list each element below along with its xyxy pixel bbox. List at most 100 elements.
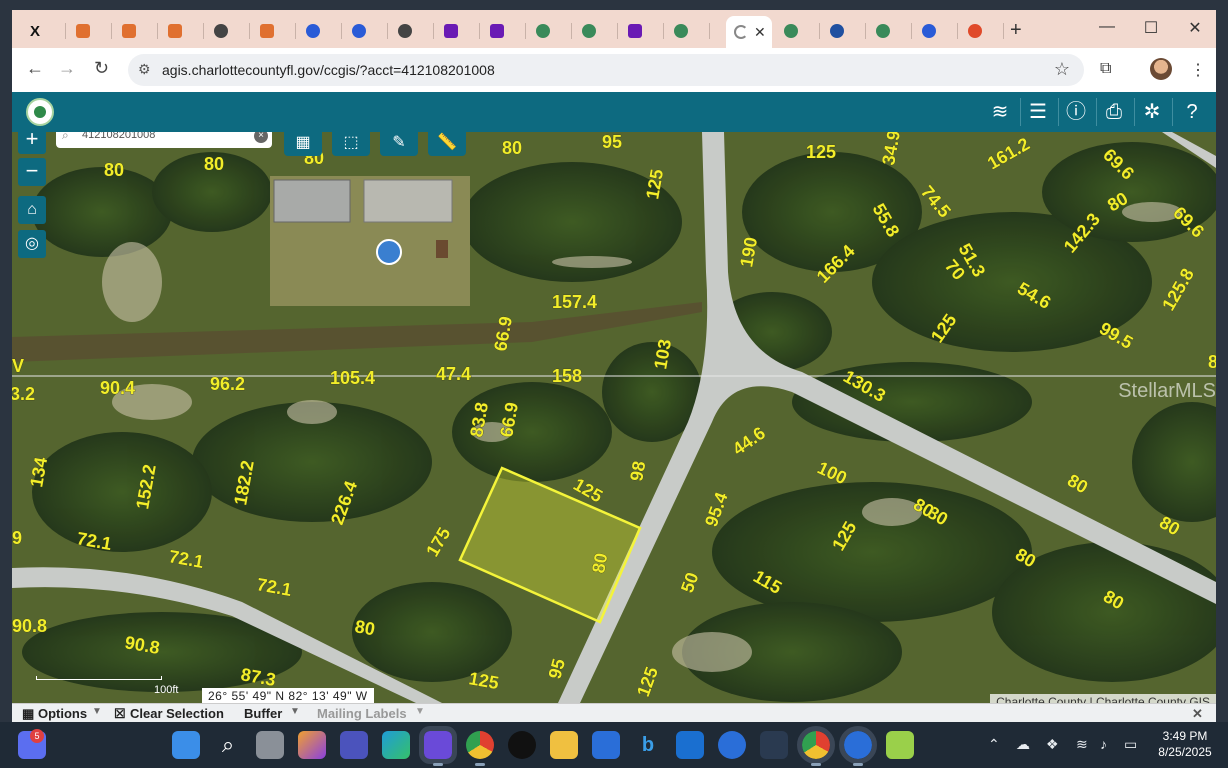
edit-notes-icon[interactable]: ✎ (380, 132, 418, 156)
file-explorer-icon[interactable] (550, 731, 578, 759)
menu-dots-icon[interactable]: ⋮ (1190, 60, 1206, 80)
tab[interactable] (298, 18, 342, 44)
tab[interactable] (160, 18, 204, 44)
tab[interactable] (960, 18, 1004, 44)
tab[interactable] (206, 18, 250, 44)
options-menu[interactable]: Options (38, 706, 87, 721)
new-tab-button[interactable]: + (1010, 19, 1022, 42)
clear-selection-button[interactable]: Clear Selection (130, 706, 224, 721)
tab[interactable] (344, 18, 388, 44)
search-input[interactable]: 412108201008 (82, 132, 155, 141)
bing-icon[interactable]: b (634, 731, 662, 759)
bookmark-star-icon[interactable]: ☆ (1054, 59, 1070, 80)
tab[interactable] (114, 18, 158, 44)
home-app-icon[interactable] (760, 731, 788, 759)
notification-badge: 5 (30, 729, 44, 743)
tab-active[interactable]: ✕ (726, 16, 772, 48)
wifi-icon[interactable]: ≋ (1076, 736, 1088, 753)
chrome-icon-active[interactable] (797, 726, 835, 766)
close-tab-icon[interactable]: ✕ (754, 24, 766, 41)
select-area-icon[interactable]: ⬚ (332, 132, 370, 156)
close-panel-icon[interactable]: ✕ (1192, 706, 1203, 722)
clear-search-icon[interactable]: × (254, 132, 268, 143)
site-info-icon[interactable]: ⚙ (138, 61, 151, 78)
forward-button[interactable]: → (58, 58, 76, 79)
yahoo-icon (444, 24, 458, 38)
parcel-dimension-label: 96.2 (210, 374, 245, 394)
options-grid-icon: ▦ (22, 706, 35, 721)
print-icon[interactable]: ⎙ (1099, 98, 1129, 126)
tab[interactable] (666, 18, 710, 44)
yahoo-icon (628, 24, 642, 38)
search-tabs-icon[interactable]: ⧉ (1100, 60, 1111, 78)
minimize-button[interactable]: — (1092, 18, 1122, 36)
app-icon-running[interactable] (839, 726, 877, 766)
back-button[interactable]: ← (26, 58, 44, 79)
tab[interactable] (68, 18, 112, 44)
chevron-down-icon: ▼ (415, 706, 425, 717)
tab[interactable] (914, 18, 958, 44)
bottom-toolbar: ▦ Options ▼ ☒ Clear Selection Buffer ▼ M… (12, 703, 1216, 722)
x-icon: X (30, 22, 41, 40)
mailing-labels-menu[interactable]: Mailing Labels (317, 706, 407, 721)
home-icon[interactable]: ⌂ (18, 196, 46, 224)
zoom-out-button[interactable]: − (18, 158, 46, 186)
help-icon[interactable]: ? (1177, 98, 1207, 126)
locate-icon[interactable]: ◎ (18, 230, 46, 258)
onedrive-icon[interactable]: ☁ (1016, 736, 1030, 753)
orange-cube-icon (76, 24, 90, 38)
map-view[interactable]: 80 80 80 80 80 95 125 125 34.9 55.8 74.5 161.2 69.6 6… (12, 132, 1216, 703)
tab[interactable] (528, 18, 572, 44)
tab[interactable] (868, 18, 912, 44)
tab[interactable] (436, 18, 480, 44)
url-text[interactable]: agis.charlottecountyfl.gov/ccgis/?acct=4… (162, 62, 495, 78)
parcel-search-box[interactable]: ⌕ 412108201008 × (56, 132, 272, 148)
basemap-grid-icon[interactable]: ▦ (284, 132, 322, 156)
battery-icon[interactable]: ▭ (1124, 736, 1137, 753)
globe-icon (214, 24, 228, 38)
search-icon[interactable]: ⌕ (214, 731, 242, 759)
address-bar[interactable]: ⚙ agis.charlottecountyfl.gov/ccgis/?acct… (128, 54, 1084, 86)
legend-list-icon[interactable]: ☰ (1023, 98, 1053, 126)
tab[interactable] (620, 18, 664, 44)
reload-button[interactable]: ↻ (94, 58, 109, 79)
dropbox-icon[interactable]: ❖ (1046, 736, 1059, 753)
chevron-up-icon[interactable]: ⌃ (988, 736, 1000, 753)
outlook-icon[interactable] (676, 731, 704, 759)
chrome-icon[interactable] (466, 731, 494, 766)
store-icon[interactable] (592, 731, 620, 759)
tab[interactable] (390, 18, 434, 44)
tab[interactable] (776, 18, 820, 44)
copilot-icon[interactable] (298, 731, 326, 759)
measure-ruler-icon[interactable]: 📏 (428, 132, 466, 156)
teams-icon[interactable] (340, 731, 368, 759)
task-view-icon[interactable] (256, 731, 284, 759)
tab[interactable] (252, 18, 296, 44)
search-icon: ⌕ (62, 132, 69, 142)
system-clock[interactable]: 3:49 PM 8/25/2025 (1150, 728, 1220, 760)
profile-avatar[interactable] (1150, 58, 1172, 80)
info-icon[interactable]: ⓘ (1061, 98, 1091, 126)
app-icon[interactable] (886, 731, 914, 759)
gear-icon (352, 24, 366, 38)
start-windows-icon[interactable] (172, 731, 200, 759)
tab[interactable] (822, 18, 866, 44)
tab[interactable] (574, 18, 618, 44)
tab[interactable] (482, 18, 526, 44)
tab-x[interactable]: X (22, 18, 66, 44)
volume-icon[interactable]: ♪ (1100, 736, 1107, 752)
zoom-in-button[interactable]: + (18, 132, 46, 154)
tools-icon[interactable]: ✲ (1137, 98, 1167, 126)
buffer-menu[interactable]: Buffer (244, 706, 282, 721)
blue-badge-icon (830, 24, 844, 38)
map-attribution: Charlotte County | Charlotte County GIS (990, 694, 1216, 703)
close-window-button[interactable]: ✕ (1180, 18, 1210, 38)
app-icon[interactable] (718, 731, 746, 759)
maximize-button[interactable]: ☐ (1136, 18, 1166, 38)
app-icon-active[interactable] (419, 726, 457, 766)
edge-icon[interactable] (382, 731, 410, 759)
clear-selection-icon: ☒ (114, 706, 126, 721)
tiktok-icon[interactable] (508, 731, 536, 759)
loading-icon (734, 25, 748, 39)
layers-icon[interactable]: ≋ (985, 98, 1015, 126)
